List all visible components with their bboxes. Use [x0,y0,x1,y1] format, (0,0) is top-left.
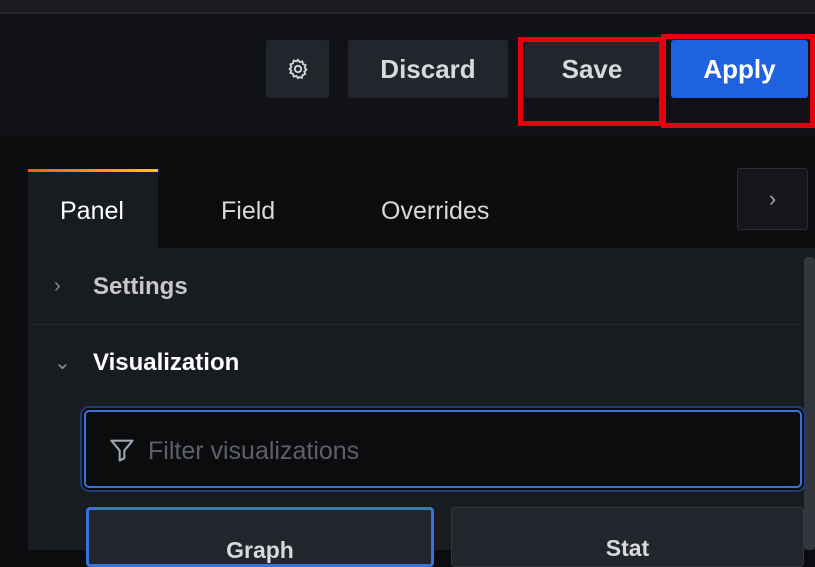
visualization-card-label: Graph [226,537,294,563]
options-pane-scrollbar[interactable] [804,257,815,550]
visualization-section-label[interactable]: Visualization [93,349,239,377]
apply-button[interactable]: Apply [671,40,808,98]
chevron-right-icon: › [54,275,61,297]
save-button[interactable]: Save [525,40,659,98]
visualization-card-label: Stat [605,535,650,561]
chevron-down-icon: ⌄ [54,352,71,374]
top-strip [0,0,815,12]
tab-field[interactable]: Field [221,197,275,226]
filter-visualizations-input[interactable] [146,430,790,472]
tab-overrides[interactable]: Overrides [381,197,489,226]
expand-pane-button[interactable]: › [737,168,808,230]
settings-section-label[interactable]: Settings [93,273,188,301]
filter-icon [110,439,134,462]
tab-panel-label[interactable]: Panel [60,197,124,226]
discard-button[interactable]: Discard [348,40,508,98]
gear-icon [287,58,308,80]
visualization-card-stat[interactable]: Stat [451,507,804,567]
panel-settings-button[interactable] [266,40,329,98]
visualization-card-graph[interactable]: Graph [86,507,434,567]
chevron-right-icon: › [768,186,777,211]
